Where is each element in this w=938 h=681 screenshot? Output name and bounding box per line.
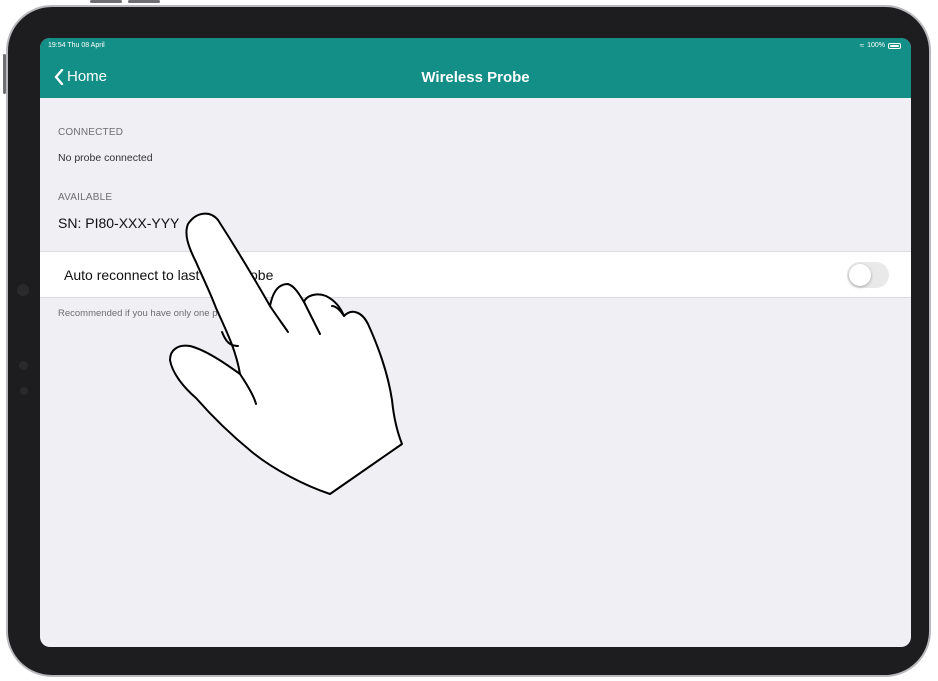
available-section-header: AVAILABLE [58, 192, 113, 203]
navigation-bar: 19:54 Thu 08 April ≈ 100% Home Wireless … [40, 38, 911, 98]
auto-reconnect-label: Auto reconnect to last used probe [64, 267, 274, 283]
connected-status-text: No probe connected [58, 152, 153, 164]
status-time: 19:54 Thu 08 April [48, 42, 105, 49]
status-indicators: ≈ 100% [860, 41, 901, 50]
battery-percent: 100% [867, 42, 885, 49]
toggle-knob [849, 264, 871, 286]
app-screen: 19:54 Thu 08 April ≈ 100% Home Wireless … [40, 38, 911, 647]
side-camera-dot [20, 387, 28, 395]
side-camera-dot [19, 361, 28, 370]
battery-icon [888, 42, 901, 49]
auto-reconnect-row: Auto reconnect to last used probe [40, 251, 911, 298]
wifi-icon: ≈ [859, 41, 865, 50]
connected-section-header: CONNECTED [58, 127, 124, 138]
side-camera-dot [17, 284, 29, 296]
side-button [3, 54, 6, 94]
available-probe-item[interactable]: SN: PI80-XXX-YYY [58, 215, 179, 231]
top-button-right [128, 0, 160, 3]
auto-reconnect-toggle[interactable] [847, 262, 889, 288]
page-title: Wireless Probe [421, 69, 530, 86]
auto-reconnect-footnote: Recommended if you have only one probe [58, 308, 237, 319]
top-button-left [90, 0, 122, 3]
